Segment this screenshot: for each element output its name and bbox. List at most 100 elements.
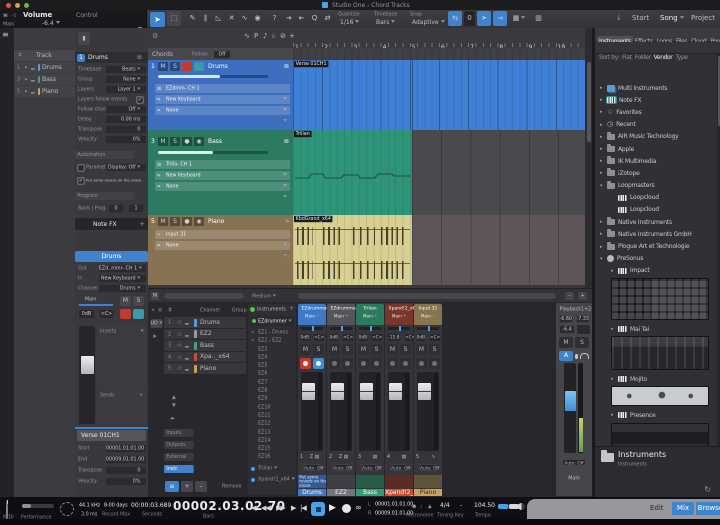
automation-field[interactable]: ≡None [155, 106, 290, 115]
rewind-button[interactable]: ◀◀ [261, 504, 270, 512]
expand-icon[interactable]: ◂▸ [170, 416, 175, 422]
return-to-zero-button[interactable]: |◀ [300, 504, 306, 512]
range-tool-button[interactable]: ⬚ [167, 11, 181, 26]
metronome-icon-1[interactable]: ● [412, 504, 416, 510]
fader-cap[interactable] [418, 383, 431, 400]
erase-tool-button[interactable]: ◺ [212, 11, 225, 26]
pan-readout[interactable]: <C> [343, 334, 353, 340]
solo-button[interactable]: S [342, 344, 353, 355]
macro-grid-button[interactable]: ▦ [510, 11, 528, 26]
event-velocity-row[interactable]: Velocity 0% [77, 477, 146, 486]
solo-button[interactable]: S [170, 217, 180, 226]
expand-icon[interactable]: ▸ [25, 65, 27, 71]
browser-tree-item[interactable]: ▾ Loopmasters [595, 180, 715, 192]
snap-value[interactable]: Adaptive [412, 19, 445, 26]
inspector-tool-icon[interactable]: ▮ [78, 32, 90, 45]
channel-name-row[interactable]: Channel Drums [77, 284, 146, 293]
split-tool-button[interactable]: ∥ [199, 11, 212, 26]
browser-tree-item[interactable]: Loopcloud [595, 204, 715, 216]
power-icon[interactable] [250, 307, 255, 312]
fader-cap[interactable] [331, 383, 344, 400]
bass-lane-empty[interactable] [412, 130, 585, 215]
note-fx-bar[interactable]: Note FX + [75, 218, 148, 230]
note-row[interactable]: ✓ Put some reverb on the snare [77, 176, 146, 185]
monitor-button[interactable] [429, 358, 440, 369]
fader-cap[interactable] [389, 383, 402, 400]
expand-arrow-icon[interactable]: ▸ [600, 85, 607, 91]
browser-tree-item[interactable] [611, 278, 709, 320]
monitor-button[interactable] [313, 358, 324, 369]
quantize-icon[interactable]: Q [308, 11, 321, 26]
browser-tree-item[interactable]: ▸ Apple [595, 143, 715, 155]
fader[interactable] [301, 372, 323, 451]
mixer-strip[interactable]: Trilian Main 0dB <C> M S [356, 303, 384, 496]
zoom-preset-dropdown[interactable]: Medium [252, 293, 276, 299]
master-pan-readout[interactable] [577, 325, 590, 334]
automation-mode-button[interactable]: Auto: Off [303, 464, 320, 470]
paint-tool-button[interactable]: ✎ [186, 11, 199, 26]
solo-button[interactable]: S [371, 344, 382, 355]
key-value[interactable]: - [460, 502, 462, 509]
arrange-vscrollbar[interactable] [585, 28, 592, 288]
pan-readout[interactable]: <C> [430, 334, 440, 340]
track-list-row[interactable]: 5 ▸ ▂ Piano [14, 86, 75, 97]
expand-arrow-icon[interactable]: ▸ [611, 326, 618, 332]
volume-readout[interactable]: 0dB [330, 334, 338, 340]
fast-forward-button[interactable]: ▶▶ [276, 504, 285, 512]
record-arm-button[interactable]: ● [182, 137, 192, 146]
snap-toggle[interactable]: ⇥ [493, 11, 507, 26]
project-page-button[interactable]: Project [691, 14, 715, 22]
strip-note[interactable] [356, 475, 384, 488]
automation-mode-button[interactable]: Auto: Off [562, 459, 585, 465]
fader-cap[interactable] [302, 383, 315, 400]
wrench-icon[interactable]: ⚙ [158, 308, 162, 314]
expand-arrow-icon[interactable]: ▾ [600, 256, 607, 262]
browser-tree-item[interactable]: ▸ ◷ Recent [595, 119, 715, 131]
pan-slider[interactable] [330, 327, 352, 330]
rack-slot[interactable]: EZ9 [250, 394, 294, 402]
browser-tree-item[interactable]: ▸ Plogue Art et Technologie [595, 240, 715, 252]
expand-arrow-icon[interactable]: ▸ [600, 244, 607, 250]
rack-slot[interactable]: EZ6 [250, 369, 294, 377]
rack-slot[interactable]: EZ11 [250, 411, 294, 419]
automation-mode-button[interactable]: Auto: Off [361, 464, 378, 470]
loop-start[interactable]: 00001.01.01.00 [375, 502, 413, 508]
follow-chords-row[interactable]: Follow chords Off [77, 105, 146, 114]
expand-arrow-icon[interactable]: ▾ [600, 183, 607, 189]
transpose-row[interactable]: Transpose 0 [77, 125, 146, 134]
headphones-icon[interactable] [580, 353, 589, 359]
solo-button[interactable]: S [575, 337, 589, 348]
audio-engine-button[interactable]: A [559, 351, 573, 361]
strip-name-plate[interactable]: Drums [298, 489, 326, 496]
monitor-button[interactable]: ◉ [194, 137, 204, 146]
browser-tree-item[interactable] [611, 386, 709, 406]
arrange-hscrollbar[interactable]: M Medium – + [148, 288, 592, 302]
parameter-tab[interactable]: Control [76, 12, 98, 19]
strip-output[interactable]: Main [389, 314, 409, 319]
rack-slot[interactable]: EZ8 [250, 386, 294, 394]
zero-badge[interactable]: 0 [464, 11, 475, 26]
strip-header[interactable]: EZdrummer Main [298, 304, 326, 325]
start-page-button[interactable]: Start [632, 14, 649, 22]
solo-button[interactable]: S [400, 344, 411, 355]
arrow-tool-button[interactable]: ➤ [150, 12, 165, 27]
expand-arrow-icon[interactable]: ▸ [611, 376, 618, 382]
fader[interactable] [388, 372, 410, 451]
automation-mode-button[interactable]: Auto: Off [390, 464, 407, 470]
marker-button[interactable]: M [151, 292, 159, 300]
dual-view-button[interactable]: ▥ [532, 11, 545, 26]
sort-option[interactable]: Vendor [654, 54, 673, 61]
browser-tree-item[interactable]: ▸ Native Instruments GmbH [595, 228, 715, 240]
rack-slot[interactable]: EZ10 [250, 403, 294, 411]
expand-arrow-icon[interactable]: ▸ [600, 134, 607, 140]
play-button[interactable]: ▶ [329, 503, 336, 513]
volume-readout[interactable]: 0dB [79, 310, 94, 318]
pan-readout[interactable]: <C> [314, 334, 324, 340]
browser-tree-item[interactable]: ▸ Mai Tai [595, 323, 715, 335]
strip-header[interactable]: Input 31 Main [414, 304, 442, 325]
strip-header[interactable]: EZdrummer Main [327, 304, 355, 325]
master-strip[interactable]: Playback1+2 -6.60 -7.33 -6.4 M S A [556, 303, 592, 496]
strip-header[interactable]: Trilian Main [356, 304, 384, 325]
humanize-icon[interactable]: ⇄ [321, 11, 334, 26]
rack-slot[interactable]: EZ3 [250, 345, 294, 353]
